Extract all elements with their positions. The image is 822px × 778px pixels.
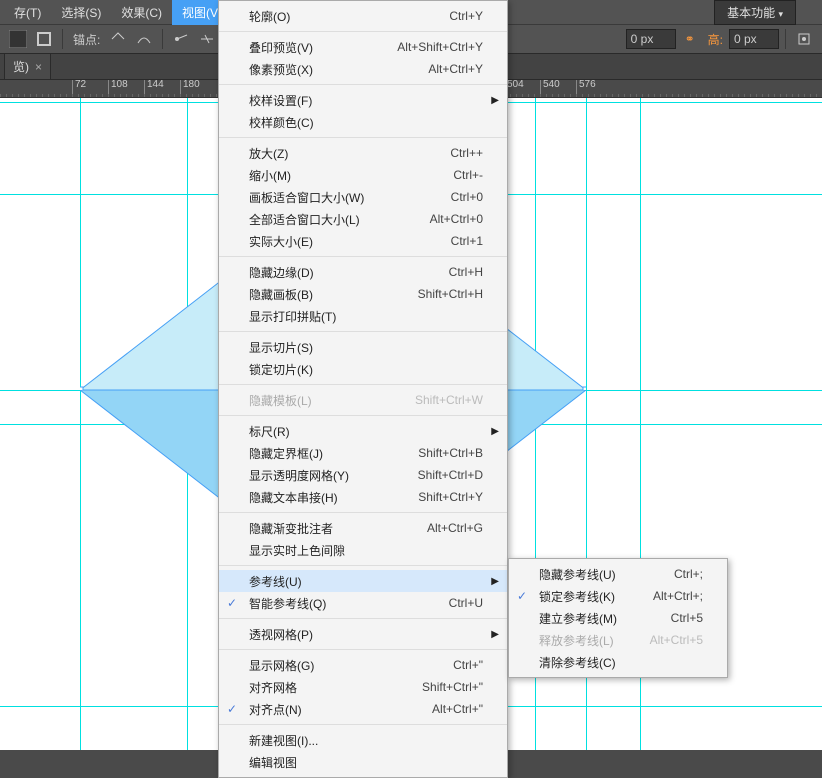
menu-item[interactable]: 显示实时上色间隙 (219, 539, 507, 561)
menu-item[interactable]: 像素预览(X)Alt+Ctrl+Y (219, 58, 507, 80)
menu-item[interactable]: 隐藏渐变批注者Alt+Ctrl+G (219, 517, 507, 539)
menu-item[interactable]: 对齐网格Shift+Ctrl+" (219, 676, 507, 698)
submenu-item[interactable]: 清除参考线(C) (509, 651, 727, 673)
menu-item[interactable]: 隐藏边缘(D)Ctrl+H (219, 261, 507, 283)
menu-select[interactable]: 选择(S) (51, 0, 111, 25)
isolate-icon[interactable] (792, 27, 816, 51)
menu-item[interactable]: 实际大小(E)Ctrl+1 (219, 230, 507, 252)
menu-item[interactable]: 轮廓(O)Ctrl+Y (219, 5, 507, 27)
menu-item[interactable]: 缩小(M)Ctrl+- (219, 164, 507, 186)
convert-anchor-smooth-icon[interactable] (132, 27, 156, 51)
remove-anchor-icon[interactable] (195, 27, 219, 51)
menu-item[interactable]: 新建视图(I)... (219, 729, 507, 751)
menu-effect[interactable]: 效果(C) (111, 0, 172, 25)
document-tab[interactable]: 览) × (4, 53, 51, 79)
fill-swatch-icon[interactable] (6, 27, 30, 51)
convert-anchor-icon[interactable] (106, 27, 130, 51)
workspace-mode-button[interactable]: 基本功能 ▾ (714, 0, 796, 25)
menu-item[interactable]: 校样颜色(C) (219, 111, 507, 133)
menu-item[interactable]: 放大(Z)Ctrl++ (219, 142, 507, 164)
view-dropdown-menu: 轮廓(O)Ctrl+Y 叠印预览(V)Alt+Shift+Ctrl+Y像素预览(X… (218, 0, 508, 778)
height-field[interactable]: 0 px (729, 29, 779, 49)
menu-item[interactable]: 隐藏定界框(J)Shift+Ctrl+B (219, 442, 507, 464)
menu-item[interactable]: 隐藏画板(B)Shift+Ctrl+H (219, 283, 507, 305)
submenu-item[interactable]: 隐藏参考线(U)Ctrl+; (509, 563, 727, 585)
menu-item: 隐藏模板(L)Shift+Ctrl+W (219, 389, 507, 411)
menu-item[interactable]: 隐藏文本串接(H)Shift+Ctrl+Y (219, 486, 507, 508)
guides-submenu: 隐藏参考线(U)Ctrl+;✓锁定参考线(K)Alt+Ctrl+;建立参考线(M… (508, 558, 728, 678)
menu-item[interactable]: 标尺(R)▶ (219, 420, 507, 442)
menu-item[interactable]: 画板适合窗口大小(W)Ctrl+0 (219, 186, 507, 208)
menu-item[interactable]: 全部适合窗口大小(L)Alt+Ctrl+0 (219, 208, 507, 230)
menu-item[interactable]: 透视网格(P)▶ (219, 623, 507, 645)
menu-item[interactable]: 显示透明度网格(Y)Shift+Ctrl+D (219, 464, 507, 486)
submenu-item[interactable]: 建立参考线(M)Ctrl+5 (509, 607, 727, 629)
menu-item[interactable]: 参考线(U)▶ (219, 570, 507, 592)
height-label: 高: (708, 31, 723, 48)
menu-item[interactable]: 显示网格(G)Ctrl+" (219, 654, 507, 676)
anchor-label: 锚点: (73, 31, 100, 48)
handles-icon[interactable] (169, 27, 193, 51)
width-field[interactable]: 0 px (626, 29, 676, 49)
stroke-swatch-icon[interactable] (32, 27, 56, 51)
menu-item[interactable]: 叠印预览(V)Alt+Shift+Ctrl+Y (219, 36, 507, 58)
menu-item[interactable]: 编辑视图 (219, 751, 507, 773)
close-tab-icon[interactable]: × (35, 60, 42, 74)
menu-item[interactable]: 显示切片(S) (219, 336, 507, 358)
menu-item[interactable]: 锁定切片(K) (219, 358, 507, 380)
menu-item[interactable]: 显示打印拼贴(T) (219, 305, 507, 327)
menu-item[interactable]: ✓智能参考线(Q)Ctrl+U (219, 592, 507, 614)
submenu-item: 释放参考线(L)Alt+Ctrl+5 (509, 629, 727, 651)
menu-save[interactable]: 存(T) (4, 0, 51, 25)
submenu-item[interactable]: ✓锁定参考线(K)Alt+Ctrl+; (509, 585, 727, 607)
link-dimensions-icon[interactable]: ⚭ (678, 27, 702, 51)
menu-item[interactable]: 校样设置(F)▶ (219, 89, 507, 111)
menu-item[interactable]: ✓对齐点(N)Alt+Ctrl+" (219, 698, 507, 720)
